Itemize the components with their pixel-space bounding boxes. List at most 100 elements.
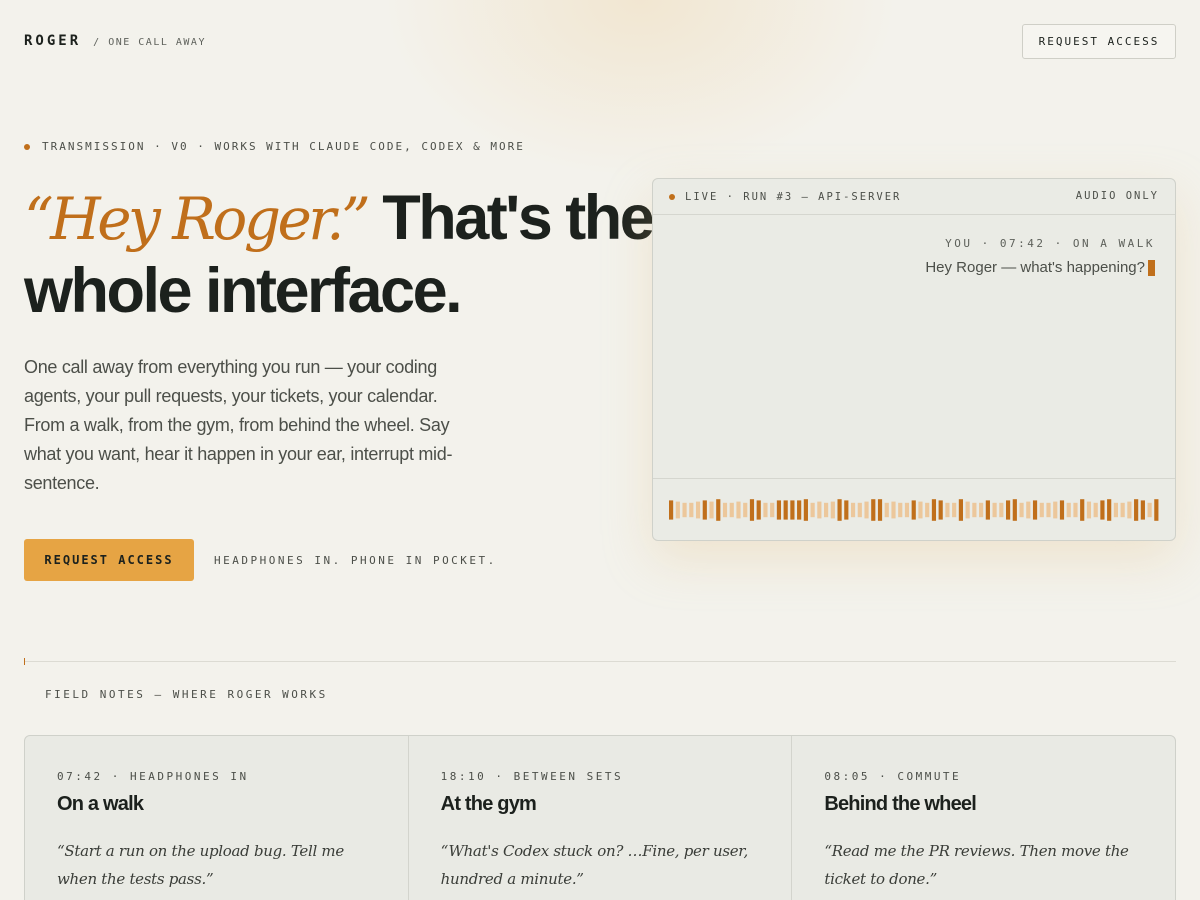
headline-rest-2: whole interface.: [24, 256, 463, 326]
brand-tagline: / ONE CALL AWAY: [93, 37, 206, 48]
waveform-bar: [709, 501, 714, 519]
waveform-bar: [1107, 499, 1112, 521]
waveform-bar: [1059, 500, 1065, 520]
waveform-bar: [669, 500, 674, 520]
waveform-bar: [810, 502, 815, 518]
waveform-bar: [1046, 502, 1051, 518]
brand[interactable]: ROGER / ONE CALL AWAY: [24, 33, 206, 49]
waveform-bar: [884, 502, 889, 518]
card-meta: 08:05 · COMMUTE: [824, 770, 962, 783]
hero-request-access-button[interactable]: REQUEST ACCESS: [24, 539, 194, 581]
field-note-card-commute: 08:05 · COMMUTE Behind the wheel “Read m…: [792, 736, 1175, 900]
waveform-bar: [850, 502, 856, 518]
waveform-bar: [979, 502, 984, 518]
card-title: At the gym: [440, 793, 537, 815]
waveform-bar: [904, 502, 910, 518]
waveform-bar: [1140, 500, 1145, 520]
waveform-bar: [1127, 501, 1132, 519]
card-quote: “Read me the PR reviews. Then move the t…: [824, 842, 1129, 888]
waveform-bar: [911, 500, 916, 520]
waveform-bar: [931, 499, 937, 521]
headline-line-1: “Hey Roger.” That's the: [24, 182, 655, 255]
site-header: ROGER / ONE CALL AWAY REQUEST ACCESS: [24, 24, 1176, 59]
waveform-bar: [824, 502, 829, 518]
waveform-bar: [1012, 499, 1017, 521]
text-cursor-icon: [1148, 259, 1155, 276]
card-quote: “Start a run on the upload bug. Tell me …: [57, 842, 344, 888]
waveform-bar: [803, 499, 808, 521]
panel-mode: AUDIO ONLY: [1075, 190, 1159, 202]
waveform-bar: [925, 502, 930, 518]
hero-eyebrow: TRANSMISSION · V0 · WORKS WITH CLAUDE CO…: [24, 140, 525, 153]
waveform-bar: [938, 500, 943, 520]
waveform-bar: [891, 501, 896, 519]
waveform-bar: [702, 500, 707, 520]
hero-lede: One call away from everything you run — …: [24, 357, 453, 493]
waveform-bar: [1053, 501, 1058, 519]
live-call-panel: LIVE · RUN #3 — API-SERVER AUDIO ONLY YO…: [652, 178, 1176, 541]
waveform-bar: [722, 502, 728, 518]
hero-headline: “Hey Roger.” That's the whole interface.: [24, 182, 655, 327]
waveform-bar: [682, 502, 687, 518]
waveform-bar: [716, 499, 721, 521]
message-meta: YOU · 07:42 · ON A WALK: [945, 237, 1155, 250]
card-quote: “What's Codex stuck on? …Fine, per user,…: [440, 842, 749, 888]
waveform-bar: [1100, 500, 1105, 520]
waveform-bar: [743, 502, 748, 518]
panel-footer: [653, 478, 1175, 540]
waveform-bar: [1039, 502, 1044, 518]
waveform-bar: [756, 500, 761, 520]
waveform-bar: [1154, 499, 1159, 521]
field-note-card-walk: 07:42 · HEADPHONES IN On a walk “Start a…: [25, 736, 409, 900]
headline-rest-1: That's the: [382, 183, 655, 253]
waveform-bar: [1066, 502, 1071, 518]
waveform-bar: [1073, 502, 1078, 518]
waveform-bar: [965, 501, 970, 519]
eyebrow-text: TRANSMISSION · V0 · WORKS WITH CLAUDE CO…: [42, 140, 525, 153]
waveform-bar: [729, 502, 734, 518]
waveform-bar: [1120, 502, 1125, 518]
waveform-bar: [1086, 501, 1092, 519]
audio-waveform: [669, 499, 1159, 521]
waveform-bar: [918, 501, 923, 519]
waveform-bar: [790, 500, 795, 520]
waveform-bar: [675, 501, 680, 519]
waveform-bar: [689, 502, 694, 518]
waveform-bar: [864, 501, 869, 519]
headline-quote: “Hey Roger.”: [24, 185, 371, 253]
waveform-bar: [736, 501, 741, 519]
section-divider: [24, 661, 1176, 662]
card-meta: 07:42 · HEADPHONES IN: [57, 770, 249, 783]
waveform-bar: [770, 502, 775, 518]
card-title: On a walk: [57, 793, 144, 815]
waveform-bar: [1019, 502, 1024, 518]
cta-note: HEADPHONES IN. PHONE IN POCKET.: [214, 554, 497, 567]
panel-header: LIVE · RUN #3 — API-SERVER AUDIO ONLY: [653, 179, 1175, 215]
waveform-bar: [797, 500, 802, 520]
waveform-bar: [898, 502, 903, 518]
waveform-bar: [776, 500, 782, 520]
waveform-bar: [1005, 500, 1011, 520]
waveform-bar: [985, 500, 990, 520]
waveform-bar: [830, 501, 835, 519]
waveform-bar: [837, 499, 842, 521]
field-notes-cards: 07:42 · HEADPHONES IN On a walk “Start a…: [24, 735, 1176, 900]
live-indicator-icon: [669, 193, 675, 200]
card-meta: 18:10 · BETWEEN SETS: [440, 770, 624, 783]
waveform-bar: [1113, 502, 1118, 518]
waveform-bar: [877, 499, 883, 521]
field-notes-label: FIELD NOTES — WHERE ROGER WORKS: [45, 688, 328, 701]
waveform-bar: [945, 502, 950, 518]
waveform-bar: [952, 502, 957, 518]
waveform-bar: [958, 499, 963, 521]
waveform-bar: [857, 502, 862, 518]
header-request-access-button[interactable]: REQUEST ACCESS: [1022, 24, 1176, 59]
brand-name: ROGER: [24, 33, 82, 49]
message-text: Hey Roger — what's happening?: [925, 259, 1145, 276]
waveform-bar: [749, 499, 755, 521]
live-dot-icon: [24, 143, 30, 150]
waveform-bar: [999, 502, 1004, 518]
waveform-bar: [1134, 499, 1139, 521]
panel-status: LIVE · RUN #3 — API-SERVER: [685, 190, 902, 203]
waveform-bar: [695, 501, 701, 519]
